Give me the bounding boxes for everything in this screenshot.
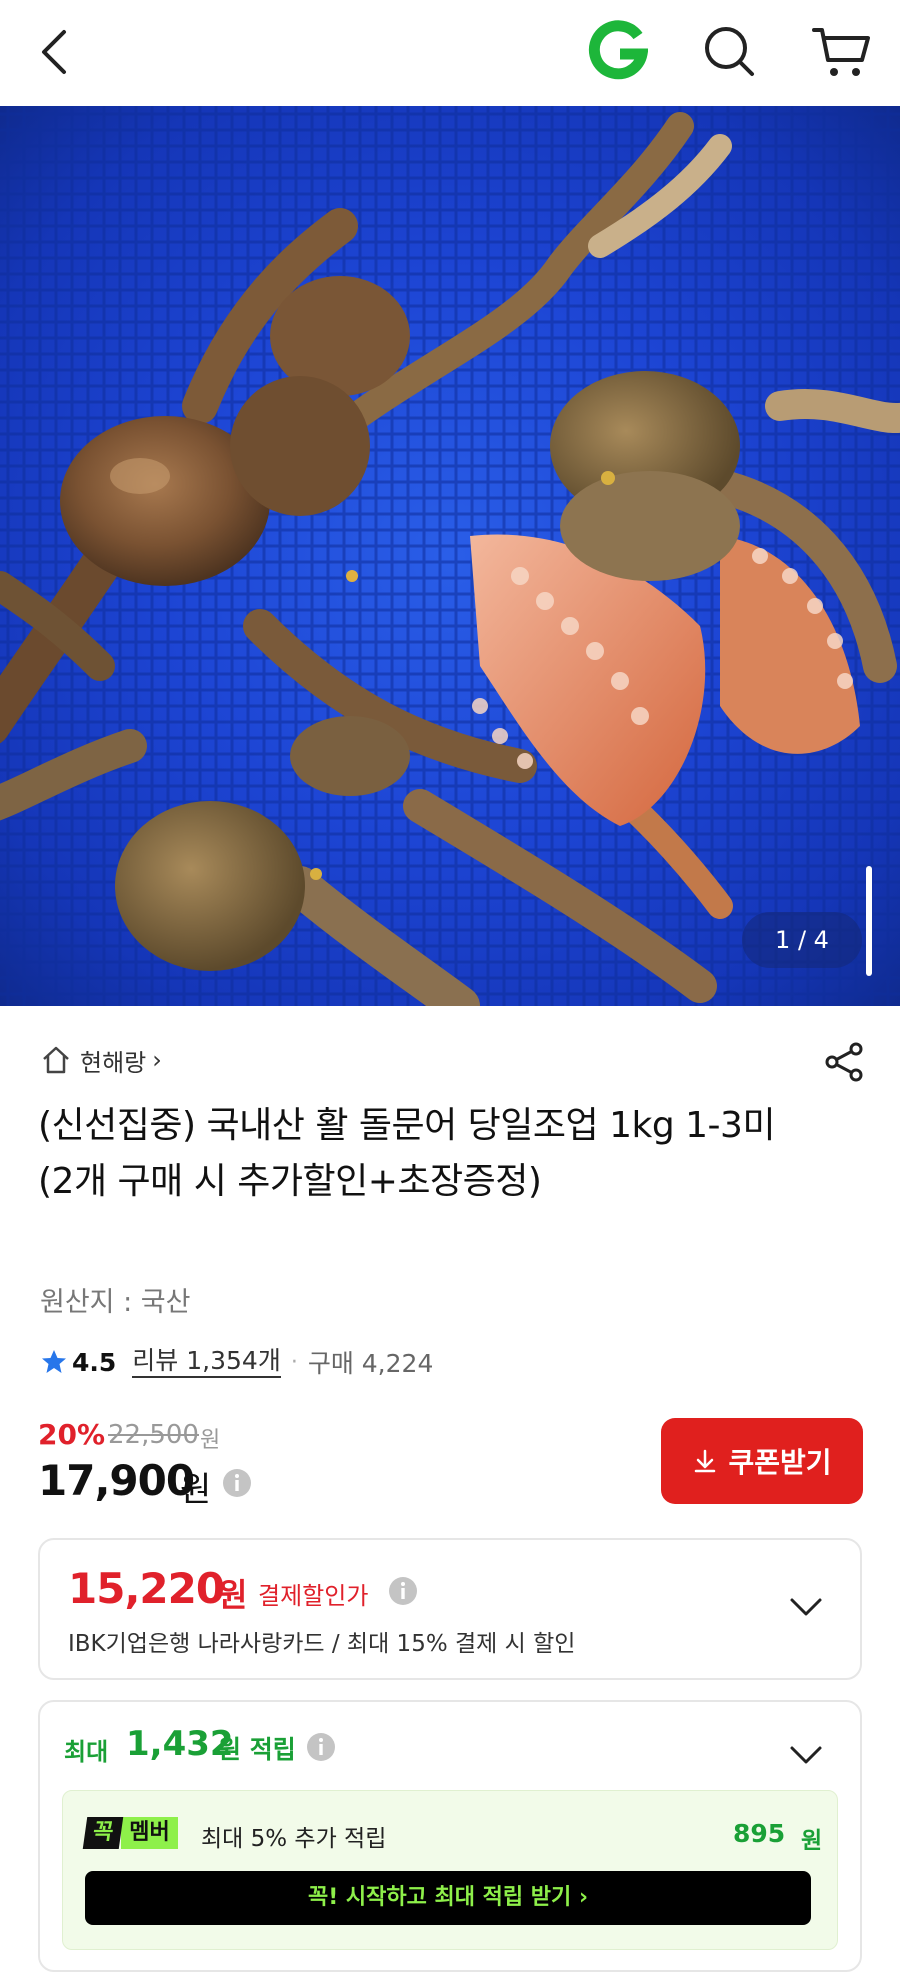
points-prefix: 최대 [64, 1738, 109, 1766]
payment-discount-label: 결제할인가 [258, 1582, 369, 1610]
image-counter: 1 / 4 [742, 912, 862, 968]
rating-row: 4.5 리뷰 1,354개 · 구매 4,224 [40, 1342, 433, 1382]
home-icon [43, 1046, 69, 1074]
rating-score: 4.5 [72, 1347, 117, 1377]
coupon-button[interactable]: 쿠폰받기 [661, 1418, 863, 1504]
payment-discount-unit: 원 [218, 1576, 248, 1614]
member-badge-k: 꼭 [82, 1817, 124, 1849]
scroll-indicator[interactable] [866, 866, 872, 976]
member-badge-m: 멤버 [121, 1817, 178, 1849]
original-price: 22,500 [108, 1420, 199, 1450]
sale-price: 17,900 [38, 1456, 195, 1505]
search-icon[interactable] [700, 20, 760, 82]
chevron-left-icon[interactable] [36, 22, 76, 82]
store-chevron-icon: › [152, 1046, 162, 1074]
star-icon [42, 1350, 66, 1373]
member-amount: 895 [733, 1819, 786, 1848]
info-icon[interactable] [306, 1732, 336, 1762]
product-title: (신선집중) 국내산 활 돌문어 당일조업 1kg 1-3미 (2개 구매 시 … [38, 1105, 776, 1202]
review-count-link[interactable]: 리뷰 1,354개 [132, 1346, 281, 1378]
info-icon[interactable] [222, 1468, 252, 1498]
purchase-count: 구매 4,224 [307, 1349, 434, 1378]
payment-discount-amount: 15,220 [68, 1564, 225, 1613]
member-badge: 꼭 멤버 [82, 1817, 178, 1849]
info-icon[interactable] [388, 1576, 418, 1606]
member-amount-unit: 원 [801, 1828, 823, 1854]
member-promo: 꼭 멤버 최대 5% 추가 적립 895 원 꼭! 시작하고 최대 적립 받기 … [62, 1790, 838, 1950]
gmarket-g-logo[interactable] [588, 20, 648, 82]
discount-percent: 20% [38, 1418, 106, 1451]
points-card: 최대 1,432 원 적립 꼭 멤버 최대 5% 추가 적립 895 원 꼭! … [38, 1700, 862, 1972]
share-icon[interactable] [822, 1040, 866, 1084]
chevron-down-icon[interactable] [786, 1740, 826, 1770]
top-bar [0, 0, 900, 106]
sale-price-unit: 원 [180, 1470, 212, 1510]
store-link[interactable]: 현해랑 › [40, 1040, 162, 1080]
points-suffix: 원 적립 [218, 1735, 296, 1764]
payment-discount-card[interactable]: 15,220 원 결제할인가 IBK기업은행 나라사랑카드 / 최대 15% 결… [38, 1538, 862, 1680]
product-image[interactable] [0, 106, 900, 1006]
payment-discount-desc: IBK기업은행 나라사랑카드 / 최대 15% 결제 시 할인 [68, 1631, 576, 1657]
chevron-down-icon[interactable] [786, 1592, 826, 1622]
download-icon [695, 1449, 716, 1473]
product-origin: 원산지 : 국산 [40, 1287, 191, 1318]
octopus-photo [0, 106, 900, 1006]
member-text: 최대 5% 추가 적립 [201, 1826, 387, 1852]
separator-dot: · [290, 1349, 298, 1375]
coupon-label: 쿠폰받기 [728, 1447, 832, 1478]
member-start-button[interactable]: 꼭! 시작하고 최대 적립 받기 › [85, 1871, 811, 1925]
cart-icon[interactable] [810, 20, 874, 82]
original-price-unit: 원 [200, 1428, 221, 1453]
store-name: 현해랑 [80, 1048, 147, 1077]
